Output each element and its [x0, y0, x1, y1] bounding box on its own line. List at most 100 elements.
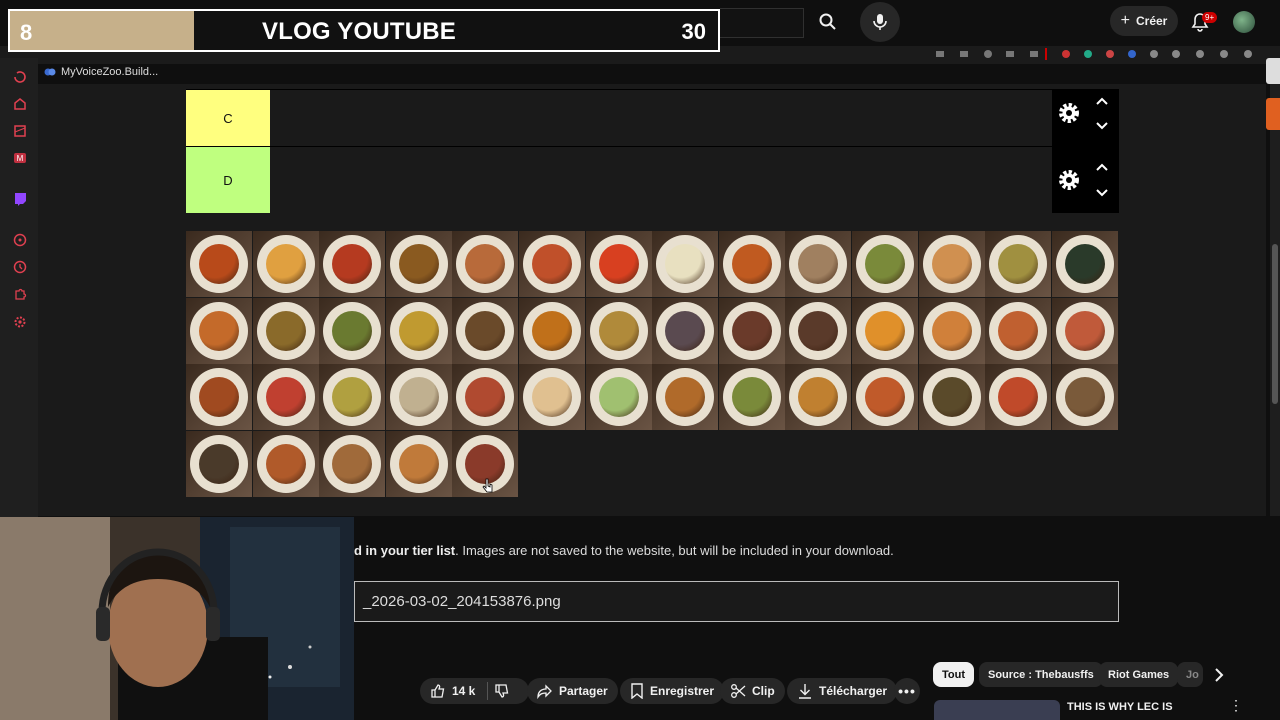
food-image[interactable] [1051, 297, 1118, 364]
food-image[interactable] [519, 364, 585, 430]
gear-icon[interactable] [1057, 101, 1081, 125]
sidebar-settings-icon[interactable] [13, 315, 27, 329]
like-count: 14 k [452, 684, 476, 698]
food-image[interactable] [585, 297, 652, 364]
food-image[interactable] [852, 231, 918, 297]
sidebar-play-icon[interactable] [13, 233, 27, 247]
chevron-up-icon[interactable] [1095, 96, 1109, 106]
webcam-image [0, 517, 354, 720]
food-image[interactable] [852, 297, 918, 364]
food-image[interactable] [1051, 231, 1118, 297]
tier-label-d[interactable]: D [186, 147, 270, 213]
food-image[interactable] [785, 231, 852, 297]
food-image[interactable] [319, 364, 386, 430]
food-image[interactable] [186, 430, 252, 497]
more-actions-button[interactable]: ••• [894, 678, 920, 704]
food-image[interactable] [918, 231, 985, 297]
chevron-down-icon[interactable] [1095, 121, 1109, 131]
food-image[interactable] [585, 364, 652, 430]
browser-sidebar: M [0, 58, 38, 518]
food-image[interactable] [852, 364, 918, 430]
like-button[interactable]: 14 k [420, 678, 529, 704]
food-image[interactable] [652, 297, 719, 364]
search-icon [819, 13, 836, 30]
share-button[interactable]: Partager [527, 678, 618, 704]
overlay-right-number: 30 [681, 19, 706, 44]
food-image[interactable] [452, 231, 519, 297]
food-image[interactable] [385, 364, 452, 430]
food-image[interactable] [252, 430, 319, 497]
food-image[interactable] [785, 297, 852, 364]
save-button[interactable]: Enregistrer [620, 678, 725, 704]
food-image[interactable] [1051, 364, 1118, 430]
create-button[interactable]: + Créer [1110, 6, 1178, 36]
food-image[interactable] [652, 364, 719, 430]
tier-row-c: C [186, 89, 1119, 146]
chevron-right-icon[interactable] [1212, 667, 1226, 683]
food-image[interactable] [385, 297, 452, 364]
food-image[interactable] [918, 364, 985, 430]
food-image[interactable] [319, 430, 386, 497]
food-image[interactable] [252, 364, 319, 430]
food-image[interactable] [652, 231, 719, 297]
thumbs-down-icon[interactable] [494, 683, 510, 699]
sidebar-history-icon[interactable] [13, 70, 27, 84]
more-icon: ••• [898, 683, 916, 699]
chip-source[interactable]: Source : Thebausffs [979, 662, 1103, 687]
avatar[interactable] [1233, 11, 1255, 33]
download-button[interactable]: Télécharger [787, 678, 898, 704]
food-image[interactable] [918, 297, 985, 364]
food-image[interactable] [718, 297, 785, 364]
sidebar-mail-icon[interactable]: M [13, 151, 27, 165]
page-scrollbar[interactable] [1270, 84, 1280, 516]
chevron-down-icon[interactable] [1095, 188, 1109, 198]
food-image[interactable] [252, 231, 319, 297]
filename-input[interactable]: _2026-03-02_204153876.png [354, 581, 1119, 622]
sidebar-box-icon[interactable] [13, 124, 27, 138]
food-image[interactable] [718, 231, 785, 297]
recommended-video-thumbnail[interactable] [934, 700, 1060, 720]
bookmark-myvoicezoo[interactable]: MyVoiceZoo.Build... [44, 66, 158, 78]
food-image[interactable] [452, 364, 519, 430]
recommended-video-title[interactable]: THIS IS WHY LEC IS [1067, 701, 1177, 714]
food-image[interactable] [319, 297, 386, 364]
food-image[interactable] [186, 231, 252, 297]
food-image[interactable] [186, 297, 252, 364]
food-image[interactable] [519, 231, 585, 297]
food-image[interactable] [718, 364, 785, 430]
food-image[interactable] [252, 297, 319, 364]
gear-icon[interactable] [1057, 168, 1081, 192]
food-image[interactable] [385, 231, 452, 297]
food-image[interactable] [585, 231, 652, 297]
sidebar-home-icon[interactable] [13, 97, 27, 111]
chip-partial[interactable]: Jo [1177, 662, 1203, 687]
chevron-up-icon[interactable] [1095, 162, 1109, 172]
side-panel-tab-1[interactable] [1266, 58, 1280, 84]
sidebar-clock-icon[interactable] [13, 260, 27, 274]
food-image[interactable] [186, 364, 252, 430]
food-image[interactable] [785, 364, 852, 430]
chip-riot-games[interactable]: Riot Games [1099, 662, 1179, 687]
mouse-cursor-icon [482, 478, 493, 493]
recommended-video-menu-icon[interactable]: ⋮ [1229, 698, 1243, 712]
food-image[interactable] [985, 231, 1052, 297]
search-button[interactable] [808, 2, 848, 42]
search-input[interactable] [720, 8, 804, 38]
food-image[interactable] [985, 364, 1052, 430]
share-icon [537, 684, 552, 699]
scissors-icon [731, 684, 746, 698]
food-image[interactable] [519, 297, 585, 364]
sidebar-extensions-icon[interactable] [13, 287, 27, 301]
chip-all[interactable]: Tout [933, 662, 975, 687]
food-image[interactable] [985, 297, 1052, 364]
side-panel-tab-2[interactable] [1266, 98, 1280, 130]
voice-search-button[interactable] [860, 2, 900, 42]
food-image[interactable] [385, 430, 452, 497]
scrollbar-thumb[interactable] [1272, 244, 1278, 404]
clip-button[interactable]: Clip [720, 678, 785, 704]
food-image[interactable] [452, 297, 519, 364]
tier-label-c[interactable]: C [186, 90, 270, 146]
sidebar-twitch-icon[interactable] [13, 192, 27, 206]
overlay-left-number: 8 [10, 11, 194, 50]
food-image[interactable] [319, 231, 386, 297]
